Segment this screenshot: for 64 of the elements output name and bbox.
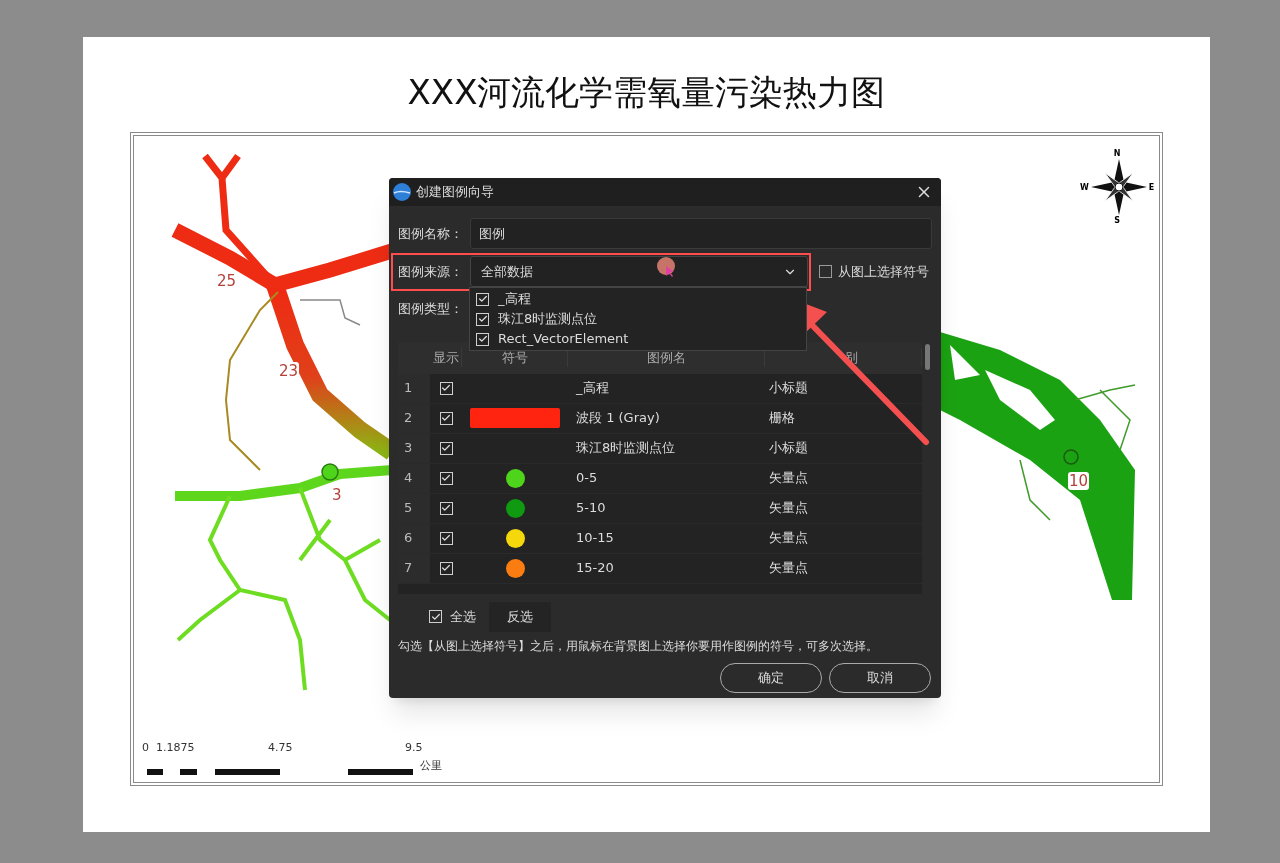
checkbox-label: 从图上选择符号 bbox=[838, 262, 929, 281]
field-label: 图例来源： bbox=[398, 262, 464, 281]
compass-label: E bbox=[1148, 182, 1155, 192]
hint-text: 勾选【从图上选择符号】之后，用鼠标在背景图上选择你要用作图例的符号，可多次选择。 bbox=[398, 637, 879, 654]
compass-label: S bbox=[1114, 216, 1121, 225]
checkbox[interactable] bbox=[439, 441, 453, 455]
dropdown-option[interactable]: _高程 bbox=[470, 289, 806, 309]
source-dropdown[interactable]: 全部数据 bbox=[470, 256, 808, 287]
legend-category: 矢量点 bbox=[768, 499, 809, 518]
point-label: 10 bbox=[1068, 472, 1090, 490]
scale-unit: 公里 bbox=[420, 759, 442, 772]
legend-name: _高程 bbox=[575, 379, 610, 398]
column-header: 图例名 bbox=[568, 347, 765, 368]
scale-label: 9.5 bbox=[405, 741, 423, 754]
scale-label: 4.75 bbox=[268, 741, 293, 754]
checkbox[interactable] bbox=[476, 292, 489, 306]
checkbox[interactable] bbox=[439, 471, 453, 485]
column-header: 符号 bbox=[462, 347, 568, 368]
legend-name: 10-15 bbox=[575, 529, 615, 548]
compass-label: N bbox=[1113, 149, 1121, 158]
row-number: 6 bbox=[398, 523, 430, 553]
column-header: 显示 bbox=[430, 347, 462, 368]
checkbox-label: 全选 bbox=[450, 607, 476, 626]
name-field[interactable]: 图例 bbox=[470, 218, 932, 249]
scale-label: 1.1875 bbox=[156, 741, 195, 754]
checkbox[interactable] bbox=[439, 411, 453, 425]
legend-category: 矢量点 bbox=[768, 529, 809, 548]
row-number: 4 bbox=[398, 463, 430, 493]
dropdown-option[interactable]: Rect_VectorElement bbox=[470, 329, 806, 349]
app-logo-icon bbox=[392, 182, 412, 202]
checkbox[interactable] bbox=[439, 561, 453, 575]
row-number: 1 bbox=[398, 373, 430, 403]
row-number: 5 bbox=[398, 493, 430, 523]
checkbox[interactable] bbox=[439, 531, 453, 545]
scale-label: 0 bbox=[142, 741, 149, 754]
checkbox[interactable] bbox=[819, 265, 832, 278]
checkbox[interactable] bbox=[476, 332, 489, 346]
checkbox[interactable] bbox=[439, 381, 453, 395]
field-label: 图例类型： bbox=[398, 301, 463, 316]
legend-category: 小标题 bbox=[768, 379, 809, 398]
compass-label: W bbox=[1080, 182, 1089, 192]
dropdown-option[interactable]: 珠江8时监测点位 bbox=[470, 309, 806, 329]
legend-name: 0-5 bbox=[575, 469, 599, 488]
row-number: 7 bbox=[398, 553, 430, 583]
field-label: 图例名称： bbox=[398, 224, 464, 243]
checkbox[interactable] bbox=[439, 501, 453, 515]
legend-name: 15-20 bbox=[575, 559, 615, 578]
cancel-button[interactable]: 取消 bbox=[829, 662, 931, 693]
legend-name: 5-10 bbox=[575, 499, 607, 518]
dialog-title: 创建图例向导 bbox=[416, 183, 494, 202]
row-number: 3 bbox=[398, 433, 430, 463]
page-title: XXX河流化学需氧量污染热力图 bbox=[406, 72, 887, 112]
checkbox[interactable] bbox=[429, 610, 442, 623]
cursor-icon bbox=[656, 256, 678, 278]
ok-button[interactable]: 确定 bbox=[720, 662, 822, 693]
legend-category: 栅格 bbox=[768, 409, 796, 428]
legend-category: 矢量点 bbox=[768, 469, 809, 488]
invert-selection-button[interactable]: 反选 bbox=[489, 601, 551, 632]
checkbox[interactable] bbox=[476, 312, 489, 326]
legend-category: 矢量点 bbox=[768, 559, 809, 578]
legend-category: 小标题 bbox=[768, 439, 809, 458]
legend-name: 珠江8时监测点位 bbox=[575, 439, 677, 458]
legend-name: 波段 1 (Gray) bbox=[575, 409, 661, 428]
row-number: 2 bbox=[398, 403, 430, 433]
